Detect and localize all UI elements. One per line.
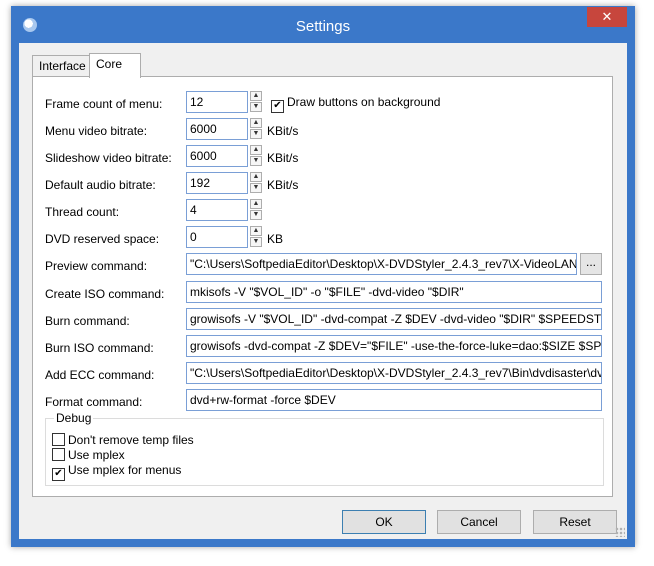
burn-iso-command-input[interactable]: growisofs -dvd-compat -Z $DEV="$FILE" -u… <box>186 335 602 357</box>
title-bar[interactable]: Settings ✕ <box>11 6 635 40</box>
ecc-command-input[interactable]: "C:\Users\SoftpediaEditor\Desktop\X-DVDS… <box>186 362 602 384</box>
cancel-button[interactable]: Cancel <box>437 510 521 534</box>
audio-bitrate-input[interactable]: 192 <box>186 172 248 194</box>
spin-down-icon[interactable]: ▼ <box>250 156 262 166</box>
spin-down-icon[interactable]: ▼ <box>250 102 262 112</box>
dvd-reserved-unit: KB <box>267 232 284 246</box>
use-mplex-menus-checkbox[interactable]: ✔ <box>52 468 65 481</box>
tab-interface[interactable]: Interface <box>32 55 93 77</box>
slideshow-bitrate-unit: KBit/s <box>267 151 299 165</box>
thread-count-spinner[interactable]: ▲ ▼ <box>250 199 263 221</box>
spin-up-icon[interactable]: ▲ <box>250 199 262 209</box>
frame-count-label: Frame count of menu: <box>45 97 163 111</box>
spin-down-icon[interactable]: ▼ <box>250 210 262 220</box>
core-panel: Frame count of menu: 12 ▲ ▼ ✔ Draw button… <box>32 76 613 497</box>
option-dont-remove-temp[interactable]: Don't remove temp files <box>52 433 194 447</box>
burn-command-input[interactable]: growisofs -V "$VOL_ID" -dvd-compat -Z $D… <box>186 308 602 330</box>
burn-iso-command-label: Burn ISO command: <box>45 341 154 355</box>
preview-command-label: Preview command: <box>45 259 148 273</box>
dvd-reserved-input[interactable]: 0 <box>186 226 248 248</box>
preview-command-input[interactable]: "C:\Users\SoftpediaEditor\Desktop\X-DVDS… <box>186 253 577 275</box>
audio-bitrate-spinner[interactable]: ▲ ▼ <box>250 172 263 194</box>
slideshow-bitrate-spinner[interactable]: ▲ ▼ <box>250 145 263 167</box>
draw-buttons-checkbox[interactable]: ✔ <box>271 100 284 113</box>
dont-remove-temp-label: Don't remove temp files <box>68 433 194 447</box>
draw-buttons-option[interactable]: ✔ Draw buttons on background <box>271 95 440 113</box>
close-button[interactable]: ✕ <box>587 7 627 27</box>
use-mplex-menus-label: Use mplex for menus <box>68 463 182 477</box>
debug-legend: Debug <box>54 411 94 425</box>
spin-up-icon[interactable]: ▲ <box>250 172 262 182</box>
audio-bitrate-label: Default audio bitrate: <box>45 178 156 192</box>
resize-grip-icon[interactable] <box>615 527 625 537</box>
iso-command-label: Create ISO command: <box>45 287 165 301</box>
menu-bitrate-spinner[interactable]: ▲ ▼ <box>250 118 263 140</box>
frame-count-input[interactable]: 12 <box>186 91 248 113</box>
use-mplex-label: Use mplex <box>68 448 125 462</box>
spin-up-icon[interactable]: ▲ <box>250 145 262 155</box>
dont-remove-temp-checkbox[interactable] <box>52 433 65 446</box>
menu-bitrate-input[interactable]: 6000 <box>186 118 248 140</box>
thread-count-label: Thread count: <box>45 205 120 219</box>
slideshow-bitrate-input[interactable]: 6000 <box>186 145 248 167</box>
spin-down-icon[interactable]: ▼ <box>250 237 262 247</box>
dvd-reserved-spinner[interactable]: ▲ ▼ <box>250 226 263 248</box>
draw-buttons-label: Draw buttons on background <box>287 95 441 109</box>
menu-bitrate-label: Menu video bitrate: <box>45 124 148 138</box>
tab-core[interactable]: Core <box>89 53 141 78</box>
window-title: Settings <box>295 18 351 35</box>
burn-command-label: Burn command: <box>45 314 130 328</box>
spin-down-icon[interactable]: ▼ <box>250 183 262 193</box>
option-use-mplex[interactable]: Use mplex <box>52 448 125 462</box>
ok-button[interactable]: OK <box>342 510 426 534</box>
option-use-mplex-menus[interactable]: ✔ Use mplex for menus <box>52 463 181 481</box>
spin-down-icon[interactable]: ▼ <box>250 129 262 139</box>
thread-count-input[interactable]: 4 <box>186 199 248 221</box>
format-command-label: Format command: <box>45 395 143 409</box>
slideshow-bitrate-label: Slideshow video bitrate: <box>45 151 172 165</box>
settings-window: Settings ✕ Interface Core Frame count of… <box>11 6 635 547</box>
iso-command-input[interactable]: mkisofs -V "$VOL_ID" -o "$FILE" -dvd-vid… <box>186 281 602 303</box>
spin-up-icon[interactable]: ▲ <box>250 226 262 236</box>
format-command-input[interactable]: dvd+rw-format -force $DEV <box>186 389 602 411</box>
dvd-reserved-label: DVD reserved space: <box>45 232 160 246</box>
debug-group: Debug Don't remove temp files Use mplex … <box>45 411 604 486</box>
dialog-client-area: Interface Core Frame count of menu: 12 ▲… <box>19 43 627 539</box>
frame-count-spinner[interactable]: ▲ ▼ <box>250 91 263 113</box>
ecc-command-label: Add ECC command: <box>45 368 155 382</box>
spin-up-icon[interactable]: ▲ <box>250 91 262 101</box>
reset-button[interactable]: Reset <box>533 510 617 534</box>
menu-bitrate-unit: KBit/s <box>267 124 299 138</box>
preview-browse-button[interactable]: ... <box>580 253 602 275</box>
spin-up-icon[interactable]: ▲ <box>250 118 262 128</box>
use-mplex-checkbox[interactable] <box>52 448 65 461</box>
audio-bitrate-unit: KBit/s <box>267 178 299 192</box>
